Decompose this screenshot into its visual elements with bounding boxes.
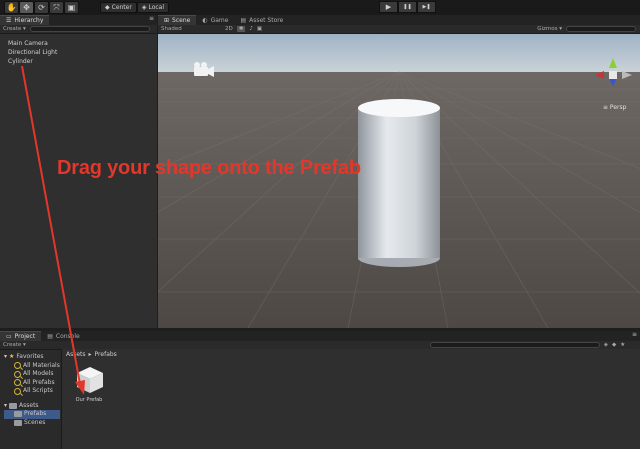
annotation-text: Drag your shape onto the Prefab xyxy=(57,157,361,179)
drag-arrow xyxy=(21,65,85,395)
